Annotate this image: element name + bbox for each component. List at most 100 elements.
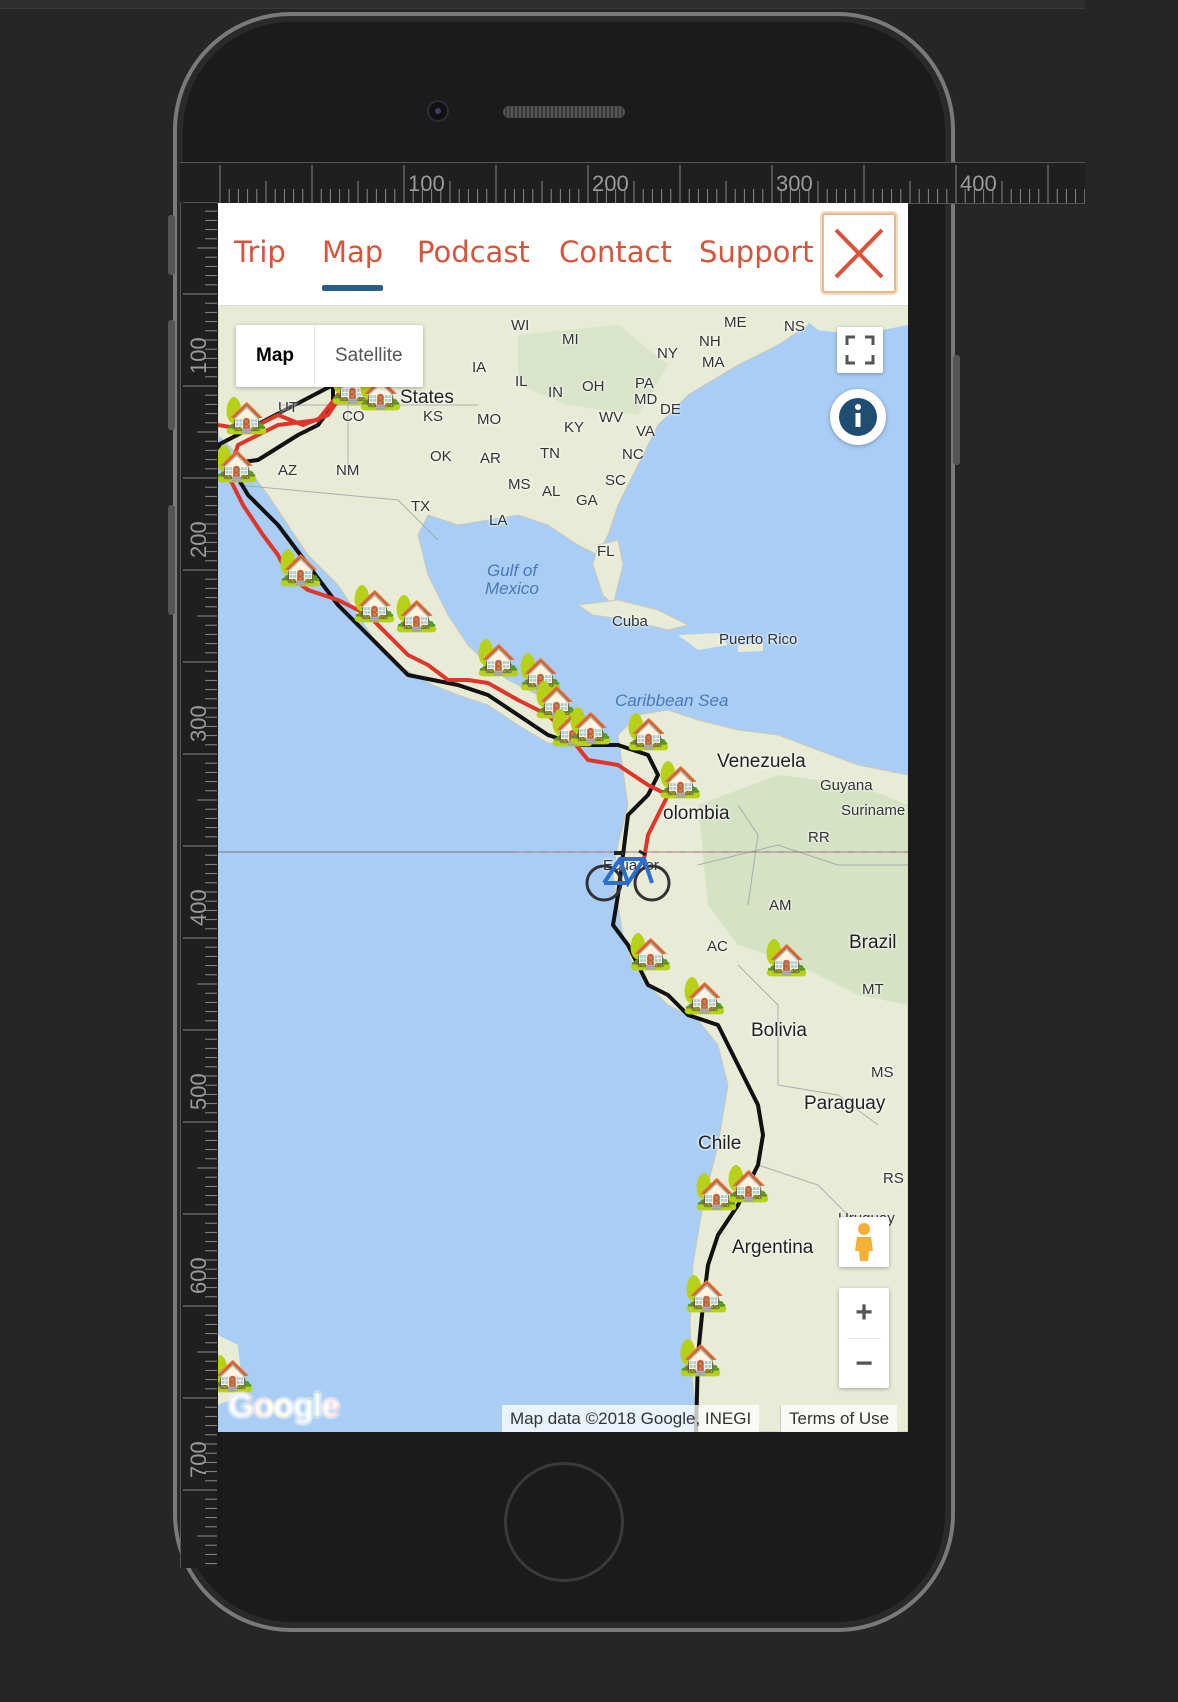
nav-map[interactable]: Map [322,235,383,269]
label-ky: KY [564,419,585,436]
house-marker-icon[interactable]: 🏡 [764,939,809,975]
label-wv: WV [599,409,624,426]
ruler-v-600: 600 [186,1257,211,1294]
nav-podcast[interactable]: Podcast [417,235,530,269]
label-md: MD [634,391,658,408]
label-de: DE [660,401,681,418]
nav-support[interactable]: Support [699,235,814,269]
house-marker-icon[interactable]: 🏡 [476,639,521,675]
info-button[interactable] [830,389,886,445]
label-nc: NC [622,446,644,463]
label-rr: RR [808,829,830,846]
ruler-v-200: 200 [186,521,211,558]
ruler-h-300: 300 [776,171,813,196]
nav-trip[interactable]: Trip [234,235,286,269]
zoom-control: + − [839,1288,889,1388]
top-nav: Trip Map Podcast Contact Support [218,203,908,306]
ruler-v-100: 100 [186,337,211,374]
map-type-satellite-button[interactable]: Satellite [315,325,423,387]
terms-of-use-link[interactable]: Terms of Use [780,1405,898,1432]
house-marker-icon[interactable]: 🏡 [394,595,439,631]
bicycle-icon[interactable] [584,845,674,905]
home-button[interactable] [504,1462,624,1582]
label-pa: PA [635,375,654,392]
label-ok: OK [430,448,452,465]
speaker-grille [503,106,625,118]
map-canvas [218,305,908,1432]
house-marker-icon[interactable]: 🏡 [218,445,259,481]
label-guyana: Guyana [820,777,873,794]
label-ac: AC [707,938,728,955]
label-tx: TX [411,498,431,515]
label-tn: TN [540,445,560,462]
vertical-ruler: 100 200 300 400 500 600 700 [180,202,217,1568]
google-logo-text: Google [228,1387,340,1425]
label-chile: Chile [698,1133,742,1154]
label-venezuela: Venezuela [717,751,806,772]
ruler-h-200: 200 [592,171,629,196]
ruler-h-400: 400 [960,171,997,196]
house-marker-icon[interactable]: 🏡 [626,713,671,749]
info-icon [839,398,877,436]
ruler-v-500: 500 [186,1073,211,1110]
house-marker-icon[interactable]: 🏡 [678,1339,723,1375]
map-attribution: Map data ©2018 Google, INEGI [502,1405,760,1432]
label-sc: SC [605,472,626,489]
mute-switch [168,215,175,275]
label-mo: MO [477,411,502,428]
google-logo: Google [228,1387,340,1426]
label-ny: NY [657,345,678,362]
label-nh: NH [699,333,721,350]
label-fl: FL [597,543,615,560]
ruler-v-300: 300 [186,705,211,742]
label-gulf-of: Gulf of [487,561,538,580]
label-puerto-rico: Puerto Rico [719,631,798,648]
map-type-map-button[interactable]: Map [236,325,315,387]
volume-down-button [168,505,175,615]
label-ms: MS [508,476,531,493]
label-ks: KS [423,408,444,425]
label-oh: OH [582,378,605,395]
map-type-control: Map Satellite [236,325,423,387]
zoom-in-button[interactable]: + [839,1288,889,1338]
nav-contact[interactable]: Contact [559,235,672,269]
label-nm: NM [336,462,360,479]
ruler-h-100: 100 [408,171,445,196]
label-ma: MA [702,354,725,371]
label-gulf-mexico: Mexico [485,579,539,598]
label-me: ME [724,314,747,331]
fullscreen-icon [845,335,875,365]
label-la: LA [489,512,508,529]
house-marker-icon[interactable]: 🏡 [224,397,269,433]
house-marker-icon[interactable]: 🏡 [568,707,613,743]
label-in: IN [548,384,563,401]
label-colombia: olombia [663,803,730,824]
label-brazil: Brazil [849,932,897,953]
label-mt: MT [862,981,884,998]
house-marker-icon[interactable]: 🏡 [684,1275,729,1311]
house-marker-icon[interactable]: 🏡 [352,585,397,621]
label-ns: NS [784,318,805,335]
nav-active-underline [322,285,383,291]
fullscreen-button[interactable] [837,327,883,373]
label-ut: UT [278,399,298,416]
label-ia: IA [472,359,487,376]
label-united-states: States [400,387,454,408]
house-marker-icon[interactable]: 🏡 [628,933,673,969]
house-marker-icon[interactable]: 🏡 [218,1355,255,1391]
power-button [953,355,960,465]
house-marker-icon[interactable]: 🏡 [278,549,323,585]
house-marker-icon[interactable]: 🏡 [682,977,727,1013]
close-button[interactable] [822,213,896,293]
label-ar: AR [480,450,501,467]
house-marker-icon[interactable]: 🏡 [658,761,703,797]
house-marker-icon[interactable]: 🏡 [726,1165,771,1201]
street-view-button[interactable] [839,1217,889,1267]
close-x-icon [834,228,884,279]
label-bolivia: Bolivia [751,1020,807,1041]
horizontal-ruler: 100 200 300 400 [180,162,1085,204]
zoom-out-button[interactable]: − [839,1339,889,1388]
map-view[interactable]: WI MI ME NS NH NY MA IA IL IN OH PA MD D… [218,305,908,1432]
label-suriname: Suriname [841,802,906,819]
label-ga: GA [576,492,598,509]
